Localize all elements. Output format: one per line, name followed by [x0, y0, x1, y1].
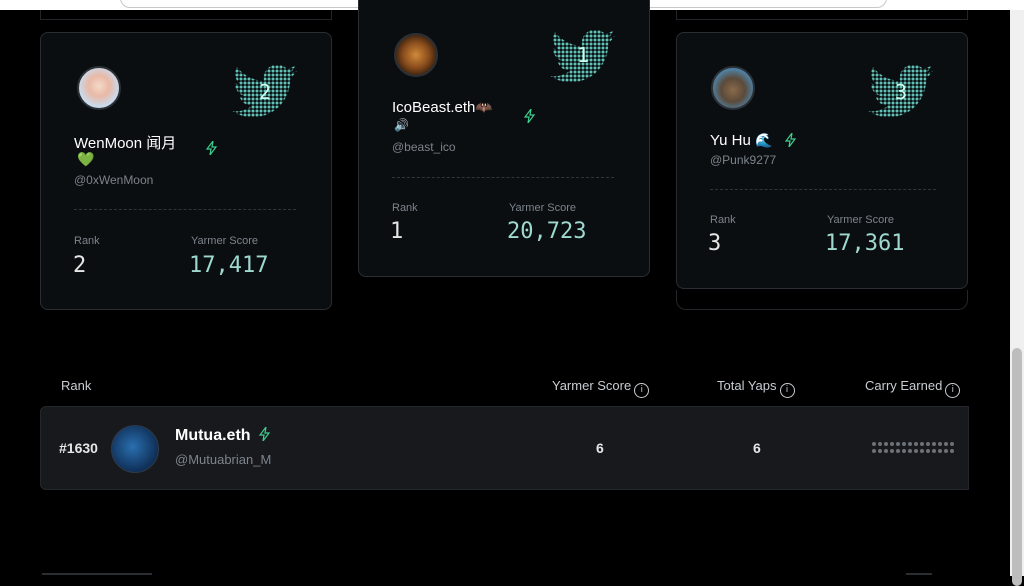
divider: [74, 209, 296, 210]
rank-label: Rank: [74, 235, 100, 247]
info-icon[interactable]: i: [634, 383, 650, 398]
row-handle: @Mutuabrian_M: [175, 452, 272, 467]
bolt-icon: [258, 426, 271, 442]
card-name[interactable]: WenMoon 闻月: [74, 132, 176, 153]
divider: [392, 177, 614, 178]
leaderboard-card-1[interactable]: 1 IcoBeast.eth🦇 🔊 @beast_ico Rank Yarmer…: [358, 0, 650, 277]
score-value: 17,361: [825, 231, 905, 256]
leaderboard-card-2[interactable]: 2 WenMoon 闻月 💚 @0xWenMoon Rank Yarmer Sc…: [40, 32, 332, 310]
info-icon[interactable]: i: [779, 383, 795, 398]
divider: [710, 189, 936, 190]
card-name[interactable]: IcoBeast.eth🦇: [392, 99, 493, 116]
header-rank: Rank: [61, 378, 92, 393]
card-handle: @beast_ico: [392, 140, 456, 154]
rank-value: 1: [390, 219, 404, 244]
header-total-yaps[interactable]: Total Yaps i: [717, 378, 795, 398]
card-shadow-edge: [676, 290, 968, 310]
avatar: [111, 425, 159, 473]
heart-emoji: 💚: [77, 151, 95, 167]
score-label: Yarmer Score: [191, 235, 259, 247]
svg-text:3: 3: [895, 80, 907, 104]
scrollbar-thumb[interactable]: [1012, 348, 1022, 586]
leaderboard-card-3[interactable]: 3 Yu Hu 🌊 @Punk9277 Rank Yarmer Score 3 …: [676, 32, 968, 289]
row-rank: #1630: [59, 440, 98, 456]
rank-value: 3: [708, 231, 722, 256]
header-carry-earned[interactable]: Carry Earned i: [865, 378, 961, 398]
row-total-yaps: 6: [753, 440, 761, 456]
card-handle: @0xWenMoon: [74, 173, 154, 187]
avatar: [711, 66, 755, 110]
card-name[interactable]: Yu Hu 🌊: [710, 132, 772, 149]
rank-value: 2: [73, 253, 87, 278]
avatar: [394, 33, 438, 77]
pagination-edge: [42, 573, 152, 575]
twitter-bird-badge-icon: 3: [868, 64, 933, 118]
card-ghost-edge: [676, 10, 968, 20]
card-ghost-edge: [40, 10, 332, 20]
scrollbar-track[interactable]: [1010, 10, 1024, 586]
rank-label: Rank: [710, 214, 736, 226]
svg-text:2: 2: [259, 80, 271, 104]
carry-earned-hidden: [872, 442, 954, 453]
pagination-edge: [906, 573, 932, 575]
bolt-icon: [524, 109, 536, 123]
rank-label: Rank: [392, 202, 418, 214]
bolt-icon: [206, 141, 218, 155]
header-yarmer-score[interactable]: Yarmer Score i: [552, 378, 650, 398]
score-value: 20,723: [507, 219, 587, 244]
speaker-emoji: 🔊: [394, 118, 409, 132]
avatar: [77, 66, 121, 110]
wave-emoji: 🌊: [755, 132, 773, 148]
score-label: Yarmer Score: [827, 214, 895, 226]
twitter-bird-badge-icon: 2: [232, 64, 297, 118]
row-name[interactable]: Mutua.eth: [175, 426, 271, 445]
bat-emoji: 🦇: [475, 99, 493, 115]
table-row[interactable]: #1630 Mutua.eth @Mutuabrian_M 6 6: [40, 406, 969, 490]
score-value: 17,417: [189, 253, 269, 278]
card-handle: @Punk9277: [710, 153, 777, 167]
row-yarmer-score: 6: [596, 440, 604, 456]
svg-text:1: 1: [577, 43, 589, 67]
twitter-bird-badge-icon: 1: [550, 29, 615, 83]
score-label: Yarmer Score: [509, 202, 577, 214]
bolt-icon: [785, 133, 797, 147]
info-icon[interactable]: i: [945, 383, 961, 398]
